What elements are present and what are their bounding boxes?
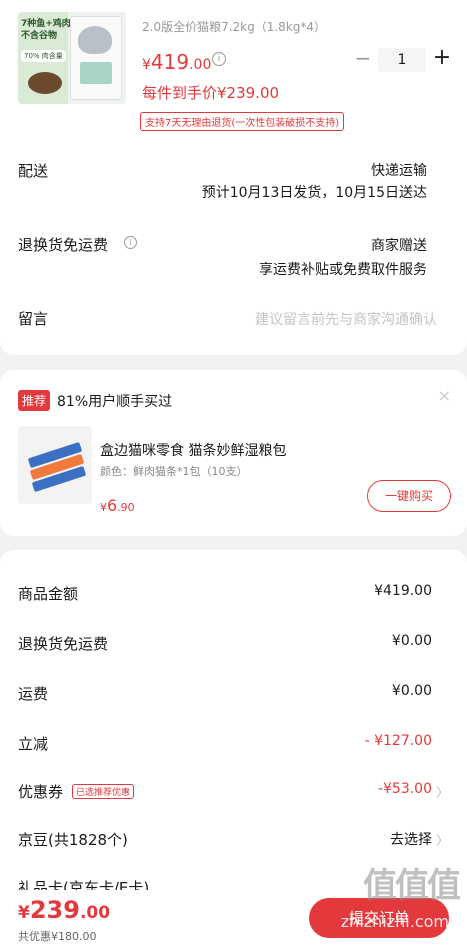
summary-row-goods: 商品金额 ¥419.00: [18, 583, 432, 603]
recommend-card: 推荐 81%用户顺手买过 × 盒边猫咪零食 猫条妙鲜湿粮包 颜色：鲜肉猫条*1包…: [0, 370, 467, 536]
return-freight-info-icon[interactable]: i: [124, 236, 137, 249]
watermark-url: zhizhizhi.com: [340, 912, 449, 931]
recommend-item-price: ¥6.90: [100, 496, 135, 515]
product-price: ¥419.00: [142, 50, 212, 74]
quantity-plus-button[interactable]: +: [432, 46, 452, 70]
quantity-input[interactable]: 1: [378, 48, 426, 72]
recommend-item-spec: 颜色：鲜肉猫条*1包（10支）: [100, 465, 248, 478]
recommend-badge: 推荐: [18, 390, 51, 411]
summary-row-discount: 立减 - ¥127.00: [18, 733, 432, 753]
quantity-minus-button[interactable]: −: [354, 48, 372, 68]
chevron-right-icon: 〉: [435, 786, 449, 801]
product-card: 7种鱼+鸡肉 不含谷物 70% 肉含量 2.0版全价猫粮7.2kg（1.8kg*…: [0, 0, 467, 355]
message-label: 留言: [18, 310, 49, 328]
delivery-label: 配送: [18, 162, 49, 180]
recommend-item-name[interactable]: 盒边猫咪零食 猫条妙鲜湿粮包: [100, 440, 286, 460]
total-price: ¥239.00: [18, 896, 111, 924]
summary-row-coupon[interactable]: 优惠券 已选推荐优惠 -¥53.00 〉: [0, 776, 467, 806]
price-info-icon[interactable]: i: [212, 52, 226, 66]
return-freight-value: 商家赠送: [371, 238, 427, 254]
summary-row-jingdou[interactable]: 京豆(共1828个) 去选择 〉: [0, 824, 467, 854]
delivery-method[interactable]: 快递运输: [371, 160, 427, 180]
one-click-buy-button[interactable]: 一键购买: [367, 480, 451, 512]
cat-image: [78, 26, 112, 54]
bag-label: [80, 62, 112, 84]
kibble-image: [28, 72, 62, 94]
chevron-right-icon: 〉: [435, 834, 449, 849]
close-icon[interactable]: ×: [438, 386, 451, 405]
return-freight-label: 退换货免运费: [18, 236, 109, 254]
product-spec: 2.0版全价猫粮7.2kg（1.8kg*4）: [142, 20, 327, 34]
return-freight-desc: 享运费补贴或免费取件服务: [259, 262, 427, 278]
summary-row-shipping: 运费 ¥0.00: [18, 683, 432, 703]
message-input[interactable]: 建议留言前先与商家沟通确认: [255, 309, 437, 329]
recommend-title: 81%用户顺手买过: [57, 394, 173, 410]
coupon-tag: 已选推荐优惠: [72, 784, 135, 799]
delivery-schedule: 预计10月13日发货，10月15日送达: [201, 185, 427, 201]
product-image[interactable]: 7种鱼+鸡肉 不含谷物 70% 肉含量: [18, 12, 126, 104]
watermark: 值值值: [363, 866, 461, 906]
hand-price: 每件到手价¥239.00: [142, 84, 280, 102]
return-policy-tag: 支持7天无理由退货(一次性包装破损不支持): [140, 112, 345, 131]
total-saved: 共优惠¥180.00: [18, 930, 97, 943]
recommend-item-image[interactable]: [18, 426, 92, 504]
summary-row-return-freight: 退换货免运费 ¥0.00: [18, 633, 432, 653]
product-image-text: 7种鱼+鸡肉 不含谷物: [21, 19, 71, 41]
product-image-tag: 70% 肉含量: [21, 50, 66, 62]
